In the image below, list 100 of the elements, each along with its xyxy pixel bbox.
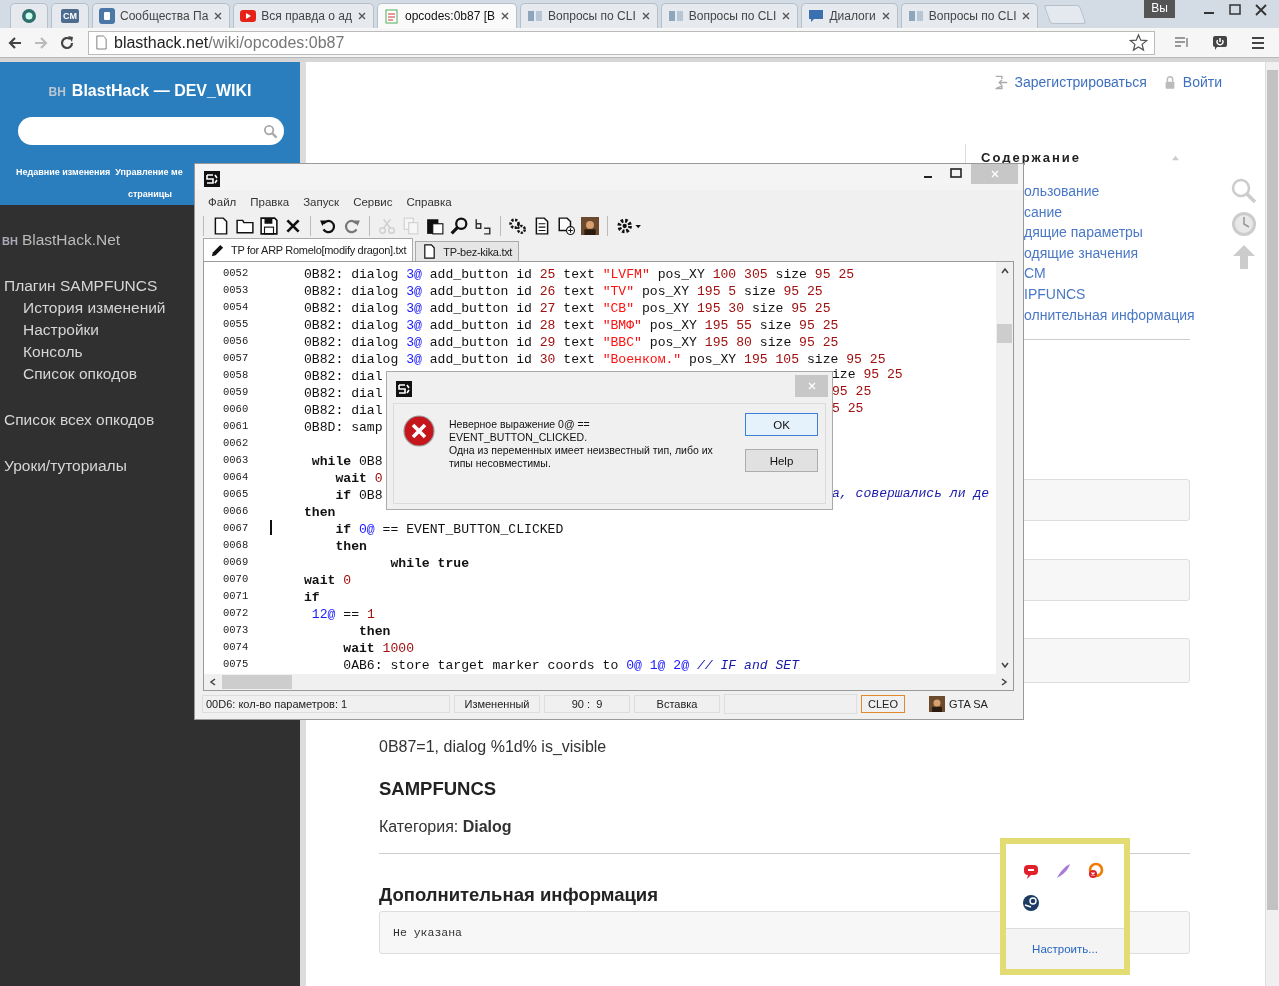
- profile-button[interactable]: Вы: [1144, 0, 1175, 18]
- code-line: wait 1000: [342, 641, 414, 656]
- page-icon: [95, 35, 108, 50]
- mode-indicator[interactable]: CLEO: [861, 695, 905, 713]
- scroll-thumb[interactable]: [222, 675, 292, 689]
- document-icon[interactable]: [533, 217, 551, 235]
- sign-in-icon: [994, 74, 1009, 90]
- steam-icon[interactable]: [1022, 894, 1040, 912]
- header-link[interactable]: страницы: [127, 187, 173, 201]
- menu-item[interactable]: Сервис: [353, 195, 393, 208]
- code-line: then: [334, 539, 367, 554]
- scroll-left-icon[interactable]: [209, 677, 217, 687]
- code-line: if 0@ == EVENT_BUTTON_CLICKED: [334, 522, 564, 537]
- scroll-right-icon[interactable]: [1000, 677, 1008, 687]
- menu-item[interactable]: Запуск: [303, 195, 340, 208]
- toc-link[interactable]: дящие параметры: [1024, 222, 1143, 243]
- nav-link[interactable]: Список всех опкодов: [4, 411, 155, 429]
- error-message: Неверное выражение 0@ == EVENT_BUTTON_CLICKED.: [449, 418, 591, 444]
- find-icon[interactable]: [450, 217, 468, 235]
- line-number: 0052: [222, 266, 250, 279]
- close-icon[interactable]: [880, 11, 891, 21]
- scroll-down-icon[interactable]: [999, 661, 1010, 669]
- site-title[interactable]: BlastHack — DEV_WIKI: [71, 82, 252, 100]
- toc-link[interactable]: ользование: [1024, 181, 1100, 202]
- browser-tab[interactable]: opcodes:0b87 [B: [376, 3, 518, 28]
- replace-icon[interactable]: [474, 217, 492, 235]
- file-tab[interactable]: TP-bez-kika.txt: [415, 241, 520, 261]
- menu-item[interactable]: Файл: [208, 195, 237, 208]
- account-link[interactable]: Войти: [1182, 74, 1222, 90]
- close-icon[interactable]: [640, 11, 651, 21]
- browser-tab[interactable]: Вопросы по CLI: [900, 3, 1039, 28]
- scroll-thumb[interactable]: [997, 324, 1012, 343]
- menu-item[interactable]: Справка: [406, 195, 452, 208]
- scroll-up-icon[interactable]: [999, 267, 1010, 275]
- nav-link[interactable]: BlastHack.Net: [21, 231, 121, 249]
- line-number: 0074: [222, 640, 250, 653]
- dialog-button[interactable]: Help: [745, 449, 818, 472]
- close-icon[interactable]: [284, 217, 302, 235]
- star-icon[interactable]: [1129, 33, 1148, 52]
- section-heading: SAMPFUNCS: [379, 778, 497, 801]
- browser-tab[interactable]: CM: [51, 3, 89, 28]
- header-link[interactable]: Недавние изменения: [16, 165, 111, 179]
- close-icon[interactable]: [213, 11, 224, 21]
- new-icon[interactable]: [212, 217, 230, 235]
- chat-power-icon[interactable]: [1211, 33, 1229, 52]
- save-icon[interactable]: [260, 217, 278, 235]
- notepad-icon: [383, 8, 400, 24]
- nav-link[interactable]: Список опкодов: [23, 365, 138, 383]
- open-icon[interactable]: [236, 217, 254, 235]
- close-icon[interactable]: [500, 11, 511, 21]
- scroll-thumb[interactable]: [1267, 70, 1278, 910]
- browser-tab[interactable]: Вся правда о ад: [233, 3, 374, 28]
- close-icon[interactable]: [1021, 11, 1032, 21]
- line-number: 0073: [222, 623, 250, 636]
- toc-link[interactable]: одящие значения: [1024, 242, 1139, 264]
- address-bar[interactable]: blasthack.net/wiki/opcodes:0b87: [88, 30, 1155, 55]
- line-number: 0061: [222, 419, 250, 432]
- code-line: 0B82: dialog 3@ add_button id 25 text "LVFM" pos_XY 100 305 size 95 25: [304, 267, 855, 282]
- dialog-button[interactable]: OK: [745, 413, 818, 436]
- reload-icon[interactable]: [58, 33, 76, 52]
- browser-tab[interactable]: Диалоги: [801, 3, 898, 28]
- status-field: Измененный: [454, 695, 540, 713]
- toc-link[interactable]: сание: [1024, 201, 1063, 223]
- line-number: 0069: [222, 555, 250, 568]
- ring-icon[interactable]: [1086, 862, 1104, 880]
- compile-icon[interactable]: [509, 217, 527, 235]
- redo-icon[interactable]: [343, 217, 361, 235]
- close-icon[interactable]: [356, 11, 367, 21]
- toc-link[interactable]: IPFUNCS: [1024, 283, 1086, 305]
- nav-link[interactable]: Уроки/туториалы: [4, 457, 127, 475]
- line-number: 0071: [222, 589, 250, 602]
- browser-tab[interactable]: Вопросы по CLI: [520, 3, 658, 28]
- scrollbar[interactable]: [1265, 62, 1279, 986]
- nav-link[interactable]: Настройки: [23, 321, 99, 339]
- paste-icon[interactable]: [426, 217, 444, 235]
- close-icon: [806, 381, 817, 391]
- nav-link[interactable]: История изменений: [23, 299, 166, 317]
- line-number: 0063: [222, 453, 250, 466]
- toc-link[interactable]: CM: [1024, 263, 1046, 284]
- settings-icon[interactable]: [616, 217, 642, 235]
- feather-icon[interactable]: [1054, 862, 1072, 880]
- nav-link[interactable]: Консоль: [23, 343, 83, 361]
- chat-icon[interactable]: [1022, 862, 1040, 880]
- menu-item[interactable]: Правка: [250, 195, 290, 208]
- picture-icon[interactable]: [581, 217, 599, 235]
- account-link[interactable]: Зарегистрироваться: [1014, 74, 1147, 90]
- search-field[interactable]: [18, 117, 284, 145]
- file-tab[interactable]: TP for ARP Romelo[modify dragon].txt: [203, 238, 414, 261]
- browser-tab[interactable]: [10, 3, 48, 28]
- scrollbar[interactable]: [204, 674, 1013, 690]
- undo-icon[interactable]: [319, 217, 337, 235]
- close-icon[interactable]: [781, 11, 792, 21]
- nav-link[interactable]: Плагин SAMPFUNCS: [4, 277, 158, 295]
- browser-tab[interactable]: Вопросы по CLI: [660, 3, 799, 28]
- scrollbar[interactable]: [996, 262, 1013, 674]
- add-document-icon[interactable]: [557, 217, 575, 235]
- toc-link[interactable]: олнительная информация: [1024, 304, 1195, 326]
- browser-tab[interactable]: Сообщества Па: [92, 3, 231, 28]
- code-line: 0B82: dialog 3@ add_button id 29 text "ВВС" pos_XY 195 80 size 95 25: [304, 335, 839, 350]
- header-link[interactable]: Управление ме: [115, 165, 183, 179]
